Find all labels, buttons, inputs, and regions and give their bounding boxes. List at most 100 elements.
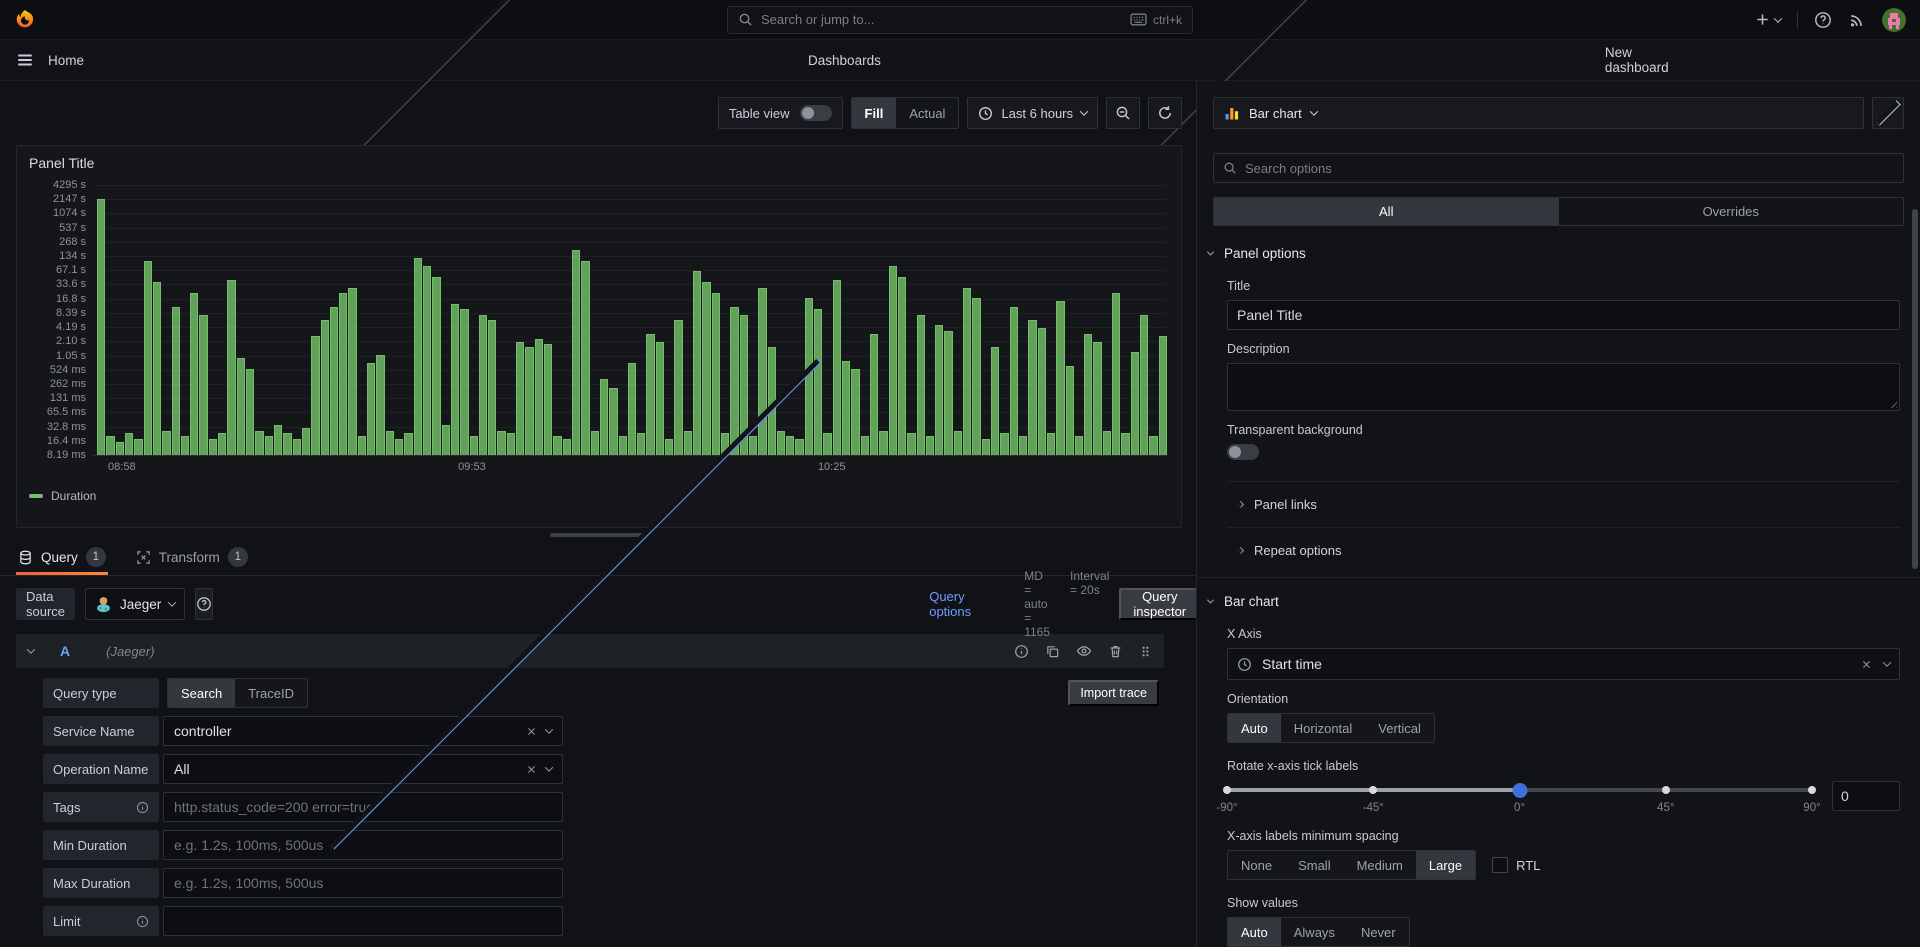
spacing-large[interactable]: Large — [1416, 851, 1475, 879]
field-clock-icon — [1237, 657, 1252, 672]
tab-query[interactable]: Query 1 — [16, 547, 108, 575]
panel-title-input[interactable] — [1237, 307, 1890, 323]
global-search[interactable]: ctrl+k — [727, 6, 1193, 34]
orientation-vertical[interactable]: Vertical — [1365, 714, 1434, 742]
help-icon[interactable] — [1814, 11, 1832, 29]
duplicate-query-icon[interactable] — [1045, 644, 1060, 659]
drag-grip-icon[interactable] — [1139, 644, 1152, 659]
field-input-operation-name[interactable]: All — [163, 754, 563, 784]
hide-response-eye-icon[interactable] — [1076, 643, 1092, 659]
rotate-value-input[interactable] — [1832, 781, 1900, 811]
zoom-out-button[interactable] — [1106, 97, 1140, 129]
info-circle-icon[interactable] — [1014, 644, 1029, 659]
field-input-service-name[interactable]: controller — [163, 716, 563, 746]
new-button[interactable] — [1755, 12, 1781, 27]
orientation-horizontal[interactable]: Horizontal — [1281, 714, 1366, 742]
bar — [283, 433, 291, 455]
visualization-picker[interactable]: Bar chart — [1213, 97, 1864, 129]
clear-and-expand-icons[interactable] — [526, 726, 552, 737]
query-options-toggle[interactable]: Query options — [231, 589, 1006, 619]
resize-handle[interactable] — [550, 533, 646, 537]
avatar[interactable] — [1882, 8, 1906, 32]
field-text-input-min-duration[interactable] — [174, 837, 552, 853]
breadcrumb-item-home[interactable]: Home — [48, 53, 84, 68]
visualization-name: Bar chart — [1249, 106, 1302, 121]
search-input[interactable] — [761, 12, 1122, 27]
bar — [674, 320, 682, 455]
bar — [991, 347, 999, 455]
grafana-logo[interactable] — [14, 9, 36, 31]
options-search[interactable] — [1213, 153, 1904, 183]
breadcrumb-item-new-dashboard[interactable]: New dashboard — [1605, 45, 1697, 75]
news-rss-icon[interactable] — [1848, 11, 1866, 29]
field-row-operation-name: Operation NameAll — [43, 754, 1164, 784]
remove-query-trash-icon[interactable] — [1108, 644, 1123, 659]
legend-label[interactable]: Duration — [51, 489, 96, 503]
clear-x-icon[interactable] — [1861, 659, 1872, 670]
clock-icon — [978, 106, 993, 121]
query-inspector-button[interactable]: Query inspector — [1119, 588, 1200, 620]
bar — [609, 388, 617, 456]
spacing-small[interactable]: Small — [1285, 851, 1344, 879]
datasource-help-button[interactable] — [195, 588, 213, 620]
refresh-button[interactable] — [1148, 97, 1182, 129]
transparent-background-toggle[interactable] — [1227, 444, 1259, 460]
field-label-limit: Limit — [43, 906, 159, 936]
bar — [144, 261, 152, 455]
query-type-traceid[interactable]: TraceID — [235, 679, 307, 707]
section-panel-options[interactable]: Panel options — [1197, 226, 1920, 265]
bar — [209, 439, 217, 455]
section-bar-chart[interactable]: Bar chart — [1197, 578, 1920, 613]
bar — [1121, 433, 1129, 455]
y-axis-tick: 67.1 s — [56, 264, 86, 276]
x-axis-select[interactable]: Start time — [1227, 648, 1900, 680]
field-input-min-duration[interactable] — [163, 830, 563, 860]
options-tab-overrides[interactable]: Overrides — [1559, 198, 1904, 225]
panel-links-row[interactable]: Panel links — [1197, 482, 1920, 527]
spacing-medium[interactable]: Medium — [1344, 851, 1416, 879]
field-input-limit[interactable] — [163, 906, 563, 936]
options-tab-all[interactable]: All — [1214, 198, 1559, 225]
field-input-max-duration[interactable] — [163, 868, 563, 898]
x-axis-label: X Axis — [1227, 627, 1900, 641]
menu-icon[interactable] — [16, 51, 34, 69]
show-values-auto[interactable]: Auto — [1228, 918, 1281, 946]
bar — [1140, 315, 1148, 455]
bar — [1112, 293, 1120, 455]
bar — [181, 436, 189, 455]
show-values-always[interactable]: Always — [1281, 918, 1348, 946]
sidebar-scrollbar[interactable] — [1912, 209, 1918, 569]
bar — [1131, 352, 1139, 455]
toggle-viz-pane-button[interactable] — [1872, 97, 1904, 129]
clear-and-expand-icons[interactable] — [526, 764, 552, 775]
slider-track-area[interactable] — [1227, 781, 1812, 799]
search-shortcut: ctrl+k — [1130, 13, 1182, 27]
field-text-input-max-duration[interactable] — [174, 875, 552, 891]
repeat-options-row[interactable]: Repeat options — [1197, 528, 1920, 573]
view-actual[interactable]: Actual — [896, 98, 958, 128]
query-row-header[interactable]: A (Jaeger) — [16, 634, 1164, 668]
query-type-search[interactable]: Search — [168, 679, 235, 707]
spacing-none[interactable]: None — [1228, 851, 1285, 879]
collapse-query-icon[interactable] — [27, 645, 35, 653]
breadcrumb-item-dashboards[interactable]: Dashboards — [808, 53, 881, 68]
field-text-input-limit[interactable] — [174, 913, 552, 929]
rtl-checkbox[interactable] — [1492, 857, 1508, 873]
orientation-auto[interactable]: Auto — [1228, 714, 1281, 742]
min-spacing-label: X-axis labels minimum spacing — [1227, 829, 1900, 843]
slider-handle[interactable] — [1512, 783, 1527, 798]
slider-dot — [1808, 786, 1816, 794]
time-range-picker[interactable]: Last 6 hours — [967, 97, 1098, 129]
view-fill[interactable]: Fill — [852, 98, 897, 128]
options-search-input[interactable] — [1245, 161, 1894, 176]
bar — [339, 293, 347, 455]
description-textarea[interactable] — [1228, 364, 1899, 410]
bar — [889, 266, 897, 455]
tab-transform[interactable]: Transform 1 — [134, 547, 250, 575]
field-value: controller — [174, 723, 517, 739]
table-view-toggle[interactable] — [800, 105, 832, 121]
show-values-never[interactable]: Never — [1348, 918, 1409, 946]
import-trace-button[interactable]: Import trace — [1068, 680, 1159, 706]
datasource-picker[interactable]: Jaeger — [85, 588, 185, 620]
field-row-max-duration: Max Duration — [43, 868, 1164, 898]
